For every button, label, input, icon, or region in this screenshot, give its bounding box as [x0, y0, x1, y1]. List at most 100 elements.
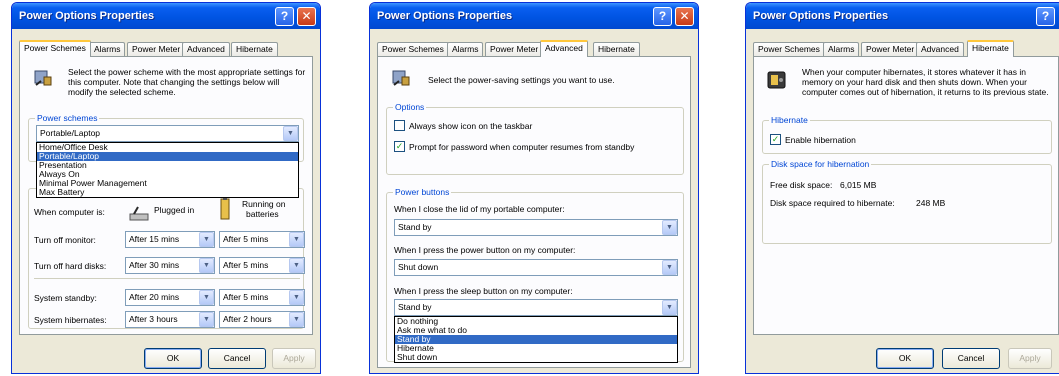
title-bar[interactable]: Power Options Properties ? ✕ [370, 3, 698, 29]
tab-advanced[interactable]: Advanced [916, 42, 964, 56]
lid-action-select[interactable]: Stand by ▼ [394, 219, 678, 236]
cancel-button[interactable]: Cancel [942, 348, 1000, 369]
hibernates-battery-value: After 2 hours [223, 314, 272, 324]
hibernates-battery-select[interactable]: After 2 hours ▼ [219, 311, 305, 328]
chevron-down-icon[interactable]: ▼ [662, 300, 677, 315]
monitor-battery-select[interactable]: After 5 mins ▼ [219, 231, 305, 248]
disks-battery-value: After 5 mins [223, 260, 269, 270]
plugged-in-label: Plugged in [154, 205, 195, 215]
chevron-down-icon[interactable]: ▼ [289, 290, 304, 305]
chevron-down-icon[interactable]: ▼ [662, 220, 677, 235]
standby-battery-value: After 5 mins [223, 292, 269, 302]
disks-plugged-select[interactable]: After 30 mins ▼ [125, 257, 215, 274]
chevron-down-icon[interactable]: ▼ [199, 258, 214, 273]
title-bar[interactable]: Power Options Properties ? ✕ [12, 3, 320, 29]
enable-hibernation-checkbox[interactable]: ✓ [770, 134, 781, 145]
tab-hibernate[interactable]: Hibernate [593, 42, 640, 56]
system-standby-label: System standby: [34, 293, 97, 303]
tab-panel: When your computer hibernates, it stores… [753, 56, 1059, 335]
title-bar[interactable]: Power Options Properties ? [746, 3, 1059, 29]
tab-power-schemes[interactable]: Power Schemes [377, 42, 449, 56]
power-scheme-dropdown[interactable]: Home/Office Desk Portable/Laptop Present… [36, 142, 299, 198]
power-options-window-advanced: Power Options Properties ? ✕ Power Schem… [369, 2, 699, 374]
options-legend: Options [393, 102, 427, 113]
free-disk-space-value: 6,015 MB [840, 180, 877, 190]
ok-button[interactable]: OK [144, 348, 202, 369]
help-icon[interactable]: ? [653, 7, 672, 26]
disks-battery-select[interactable]: After 5 mins ▼ [219, 257, 305, 274]
tab-advanced[interactable]: Advanced [540, 40, 588, 57]
chevron-down-icon[interactable]: ▼ [199, 312, 214, 327]
free-disk-space-label: Free disk space: [770, 180, 833, 190]
tab-hibernate[interactable]: Hibernate [967, 40, 1014, 57]
help-icon[interactable]: ? [1036, 7, 1055, 26]
hibernates-plugged-value: After 3 hours [129, 314, 178, 324]
hibernate-disk-icon [766, 69, 788, 91]
prompt-password-checkbox[interactable]: ✓ [394, 141, 405, 152]
power-button-select[interactable]: Shut down ▼ [394, 259, 678, 276]
tab-hibernate[interactable]: Hibernate [231, 42, 278, 56]
apply-button[interactable]: Apply [272, 348, 316, 369]
chevron-down-icon[interactable]: ▼ [199, 232, 214, 247]
chevron-down-icon[interactable]: ▼ [289, 232, 304, 247]
ok-button[interactable]: OK [876, 348, 934, 369]
power-scheme-value: Portable/Laptop [40, 128, 101, 138]
window-title: Power Options Properties [19, 10, 155, 22]
power-button-value: Shut down [398, 262, 439, 272]
disk-space-legend: Disk space for hibernation [769, 159, 872, 170]
options-group: Options [386, 102, 684, 175]
sleep-option[interactable]: Ask me what to do [395, 326, 677, 335]
chevron-down-icon[interactable]: ▼ [199, 290, 214, 305]
sleep-option[interactable]: Hibernate [395, 344, 677, 353]
description-text: When your computer hibernates, it stores… [802, 67, 1049, 97]
tab-panel: Select the power scheme with the most ap… [19, 56, 313, 335]
chevron-down-icon[interactable]: ▼ [289, 312, 304, 327]
window-title: Power Options Properties [753, 10, 889, 22]
tab-power-schemes[interactable]: Power Schemes [19, 40, 91, 57]
power-plug-icon [390, 67, 412, 89]
required-space-value: 248 MB [916, 198, 946, 208]
tab-alarms[interactable]: Alarms [823, 42, 860, 56]
close-icon[interactable]: ✕ [297, 7, 316, 26]
monitor-plugged-select[interactable]: After 15 mins ▼ [125, 231, 215, 248]
chevron-down-icon[interactable]: ▼ [283, 126, 298, 141]
sleep-button-dropdown[interactable]: Do nothing Ask me what to do Stand by Hi… [394, 316, 678, 363]
close-icon[interactable]: ✕ [675, 7, 694, 26]
battery-icon [218, 198, 240, 220]
sleep-option[interactable]: Shut down [395, 353, 677, 362]
chevron-down-icon[interactable]: ▼ [289, 258, 304, 273]
plugged-in-icon [128, 202, 150, 224]
lid-label: When I close the lid of my portable comp… [394, 204, 565, 214]
enable-hibernation-label: Enable hibernation [785, 135, 856, 145]
tab-alarms[interactable]: Alarms [89, 42, 126, 56]
power-schemes-legend: Power schemes [35, 113, 100, 124]
monitor-plugged-value: After 15 mins [129, 234, 180, 244]
tab-power-meter[interactable]: Power Meter [127, 42, 186, 56]
tab-power-schemes[interactable]: Power Schemes [753, 42, 825, 56]
standby-battery-select[interactable]: After 5 mins ▼ [219, 289, 305, 306]
tab-power-meter[interactable]: Power Meter [861, 42, 920, 56]
tab-alarms[interactable]: Alarms [447, 42, 484, 56]
standby-plugged-select[interactable]: After 20 mins ▼ [125, 289, 215, 306]
running-on-label: Running on [242, 199, 286, 209]
tab-power-meter[interactable]: Power Meter [485, 42, 544, 56]
tab-advanced[interactable]: Advanced [182, 42, 230, 56]
cancel-button[interactable]: Cancel [208, 348, 266, 369]
turn-off-hard-disks-label: Turn off hard disks: [34, 261, 107, 271]
chevron-down-icon[interactable]: ▼ [662, 260, 677, 275]
sleep-button-select[interactable]: Stand by ▼ [394, 299, 678, 316]
help-icon[interactable]: ? [275, 7, 294, 26]
show-icon-checkbox[interactable] [394, 120, 405, 131]
system-hibernates-label: System hibernates: [34, 315, 107, 325]
power-plug-icon [32, 67, 54, 89]
apply-button[interactable]: Apply [1008, 348, 1052, 369]
standby-plugged-value: After 20 mins [129, 292, 180, 302]
lid-action-value: Stand by [398, 222, 432, 232]
batteries-label: batteries [246, 209, 279, 219]
sleep-option-selected[interactable]: Stand by [395, 335, 677, 344]
description-text: Select the power scheme with the most ap… [68, 67, 306, 97]
hibernates-plugged-select[interactable]: After 3 hours ▼ [125, 311, 215, 328]
power-scheme-select[interactable]: Portable/Laptop ▼ [36, 125, 299, 142]
scheme-option[interactable]: Max Battery [37, 188, 298, 197]
show-icon-label: Always show icon on the taskbar [409, 121, 533, 131]
